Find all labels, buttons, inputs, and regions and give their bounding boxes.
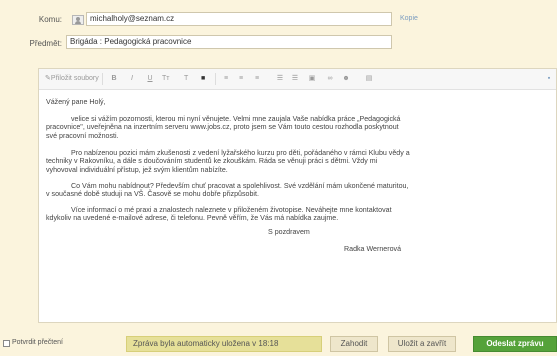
font-size-button[interactable]: Tт: [162, 74, 169, 84]
discard-button[interactable]: Zahodit: [330, 336, 378, 352]
bold-button[interactable]: B: [109, 74, 119, 84]
to-label: Komu:: [38, 15, 62, 24]
signature: Radka Wernerová: [344, 245, 402, 253]
paragraph-line: techniky v Rakovníku, a dále s doučování…: [46, 157, 378, 166]
toolbar-divider: [215, 73, 216, 85]
subject-field[interactable]: Brigáda : Pedagogická pracovnice: [66, 35, 392, 49]
underline-button[interactable]: U: [145, 74, 155, 84]
save-close-button[interactable]: Uložit a zavřít: [388, 336, 456, 352]
italic-button[interactable]: I: [127, 74, 137, 84]
formatting-toolbar: ✎Přiložit soubory B I U Tт T ■ ≡ ≡ ≡ ☰ ☰…: [39, 69, 556, 90]
contacts-icon[interactable]: [72, 15, 84, 25]
paragraph-3: Co Vám mohu nabídnout? Především chuť pr…: [46, 182, 550, 199]
image-icon[interactable]: ▣: [307, 74, 317, 84]
link-icon[interactable]: ∞: [325, 74, 335, 84]
paragraph-line: vyhovoval individuální přístup, jež svým…: [46, 165, 228, 174]
more-icon[interactable]: ▤: [364, 74, 374, 84]
subject-value: Brigáda : Pedagogická pracovnice: [70, 37, 192, 46]
to-value: michalholy@seznam.cz: [90, 14, 175, 23]
send-button[interactable]: Odeslat zprávu: [473, 336, 557, 352]
message-editor[interactable]: ✎Přiložit soubory B I U Tт T ■ ≡ ≡ ≡ ☰ ☰…: [38, 68, 557, 323]
numbered-list-icon[interactable]: ☰: [290, 74, 300, 84]
align-right-icon[interactable]: ≡: [252, 74, 262, 84]
paragraph-1: velice si vážím pozornosti, kterou mi ny…: [46, 115, 550, 140]
paragraph-line: v současné době studuji na VŠ. Časově se…: [46, 190, 259, 199]
toolbar-divider: [102, 73, 103, 85]
greeting: Vážený pane Holý,: [46, 98, 106, 106]
subject-label: Předmět:: [29, 39, 62, 48]
bullet-list-icon[interactable]: ☰: [275, 74, 285, 84]
align-center-icon[interactable]: ≡: [236, 74, 246, 84]
bg-color-button[interactable]: ■: [201, 74, 205, 84]
paragraph-line: Více informací o mé praxi a znalostech n…: [71, 206, 392, 214]
paragraph-4: Více informací o mé praxi a znalostech n…: [46, 206, 550, 223]
paragraph-line: pracovnice", uveřejněna na inzertním ser…: [46, 123, 399, 132]
paragraph-line: kdykoliv na uvedené e-mailové adrese, či…: [46, 214, 339, 223]
to-field[interactable]: michalholy@seznam.cz: [86, 12, 392, 26]
paragraph-line: své pracovní možnosti.: [46, 131, 119, 140]
paragraph-line: Pro nabízenou pozici mám zkušenosti z ve…: [71, 149, 410, 157]
text-color-button[interactable]: T: [184, 74, 188, 84]
html-mode-icon[interactable]: ▪: [544, 74, 554, 84]
copy-link[interactable]: Kopie: [400, 15, 418, 22]
autosave-notice: Zpráva byla automaticky uložena v 18:18: [126, 336, 322, 352]
confirm-read-checkbox[interactable]: [3, 340, 10, 347]
emoticon-icon[interactable]: ☻: [341, 74, 351, 84]
paragraph-2: Pro nabízenou pozici mám zkušenosti z ve…: [46, 149, 550, 174]
paragraph-line: velice si vážím pozornosti, kterou mi ny…: [71, 115, 401, 123]
closing: S pozdravem: [268, 228, 310, 236]
align-left-icon[interactable]: ≡: [221, 74, 231, 84]
confirm-read-label: Potvrdit přečtení: [12, 339, 63, 346]
attach-button[interactable]: ✎Přiložit soubory: [45, 74, 99, 84]
